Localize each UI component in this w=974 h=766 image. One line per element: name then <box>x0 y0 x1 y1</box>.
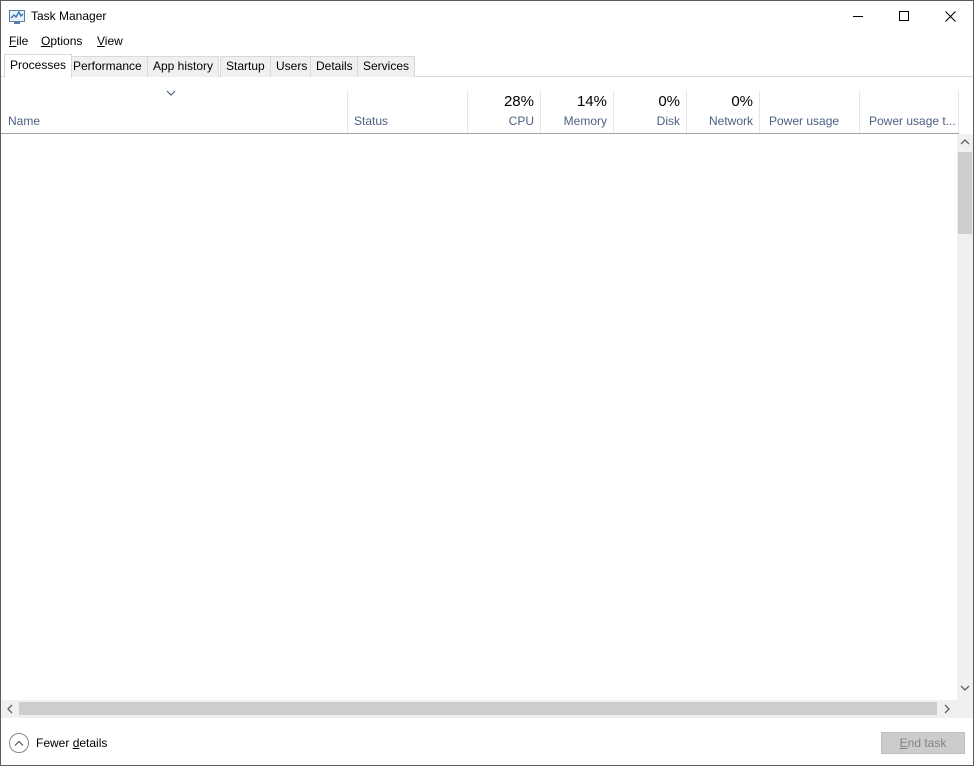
column-power-usage-trend-label: Power usage t... <box>869 114 956 128</box>
window-title: Task Manager <box>31 9 107 23</box>
sort-chevron-down-icon <box>166 90 176 96</box>
scroll-left-arrow-icon[interactable] <box>6 704 14 714</box>
horizontal-scroll-thumb[interactable] <box>19 702 937 715</box>
menu-bar: File Options View <box>1 32 973 51</box>
tab-startup[interactable]: Startup <box>220 56 271 77</box>
column-disk-label: Disk <box>656 114 680 128</box>
column-memory-label: Memory <box>563 114 607 128</box>
tab-processes[interactable]: Processes <box>4 54 73 78</box>
column-network[interactable]: 0% Network <box>687 91 760 133</box>
fewer-details-button[interactable]: Fewer details <box>9 733 107 753</box>
column-disk[interactable]: 0% Disk <box>614 91 687 133</box>
tab-strip: Processes Performance App history Startu… <box>1 51 973 78</box>
cpu-percent: 28% <box>503 93 534 110</box>
column-power-usage-trend[interactable]: Power usage t... <box>860 91 959 133</box>
vertical-scroll-thumb[interactable] <box>958 152 972 234</box>
column-status-label: Status <box>354 114 389 128</box>
close-button[interactable] <box>927 1 973 31</box>
horizontal-scrollbar[interactable] <box>1 700 957 717</box>
tab-users[interactable]: Users <box>270 56 314 77</box>
menu-view[interactable]: View <box>97 34 123 48</box>
fewer-details-rest: etails <box>79 736 108 750</box>
maximize-icon <box>899 11 909 21</box>
menu-file-label: ile <box>16 34 29 48</box>
maximize-button[interactable] <box>881 1 927 31</box>
fewer-details-first: Fewer <box>36 736 73 750</box>
task-manager-icon <box>9 10 25 24</box>
process-list[interactable] <box>1 134 957 700</box>
network-percent: 0% <box>731 93 753 110</box>
menu-view-mnemonic: V <box>97 34 105 48</box>
end-task-mnemonic: E <box>899 736 908 750</box>
column-name-label: Name <box>8 114 41 128</box>
column-name[interactable]: Name <box>1 90 348 133</box>
column-header: Name Status 28% CPU 14% Memory 0% Disk 0… <box>1 89 959 134</box>
column-status[interactable]: Status <box>348 91 468 133</box>
close-icon <box>944 10 956 22</box>
task-manager-window: Task Manager File Options View Processes… <box>0 0 974 766</box>
scroll-up-arrow-icon[interactable] <box>960 138 970 146</box>
column-power-usage-label: Power usage <box>769 114 840 128</box>
memory-percent: 14% <box>576 93 607 110</box>
tab-performance[interactable]: Performance <box>67 56 148 77</box>
end-task-button[interactable]: End task <box>881 732 965 754</box>
tab-services[interactable]: Services <box>357 56 416 77</box>
menu-options[interactable]: Options <box>41 34 82 48</box>
menu-options-label: ptions <box>50 34 83 48</box>
disk-percent: 0% <box>658 93 680 110</box>
menu-file[interactable]: File <box>9 34 28 48</box>
title-bar[interactable]: Task Manager <box>1 1 973 31</box>
column-power-usage[interactable]: Power usage <box>760 91 860 133</box>
fewer-details-label: Fewer details <box>36 736 107 750</box>
scrollbar-corner <box>957 700 973 717</box>
vertical-scrollbar[interactable] <box>957 134 973 700</box>
scroll-down-arrow-icon[interactable] <box>960 684 970 692</box>
minimize-button[interactable] <box>835 1 881 31</box>
tab-app-history[interactable]: App history <box>147 56 220 77</box>
menu-view-label: iew <box>104 34 123 48</box>
minimize-icon <box>853 16 863 17</box>
column-cpu[interactable]: 28% CPU <box>468 91 541 133</box>
column-cpu-label: CPU <box>508 114 534 128</box>
footer-bar: Fewer details End task <box>1 717 973 765</box>
chevron-up-circle-icon <box>9 733 29 753</box>
column-network-label: Network <box>708 114 753 128</box>
scroll-right-arrow-icon[interactable] <box>943 704 951 714</box>
column-memory[interactable]: 14% Memory <box>541 91 614 133</box>
tab-details[interactable]: Details <box>310 56 359 77</box>
menu-options-mnemonic: O <box>41 34 51 48</box>
end-task-label: nd task <box>907 736 947 750</box>
